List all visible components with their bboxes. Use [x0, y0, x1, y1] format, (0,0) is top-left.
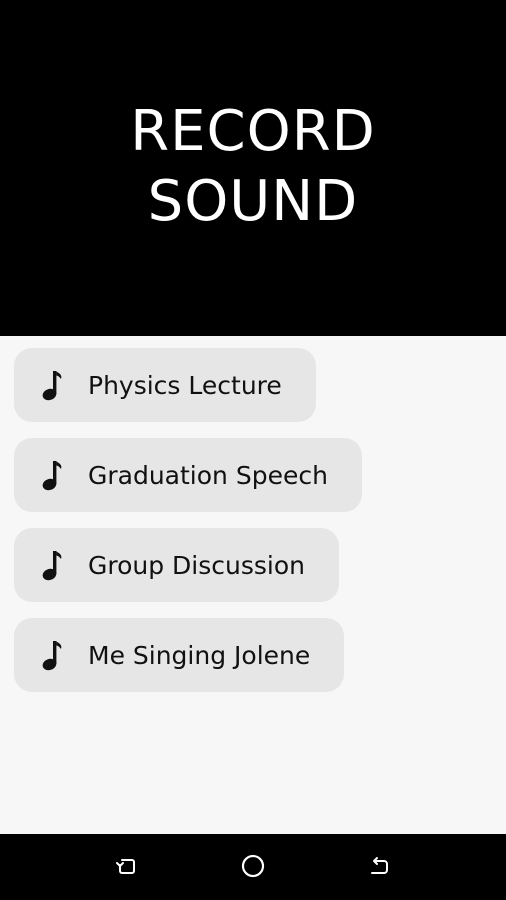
- title-line-1: RECORD: [130, 99, 376, 164]
- recording-label: Graduation Speech: [88, 460, 328, 490]
- back-button[interactable]: [363, 852, 395, 884]
- home-icon: [240, 853, 266, 883]
- home-button[interactable]: [237, 852, 269, 884]
- header-banner: RECORD SOUND: [0, 0, 506, 336]
- recent-apps-icon: [115, 854, 139, 882]
- page-title: RECORD SOUND: [130, 97, 376, 237]
- recording-item-graduation-speech[interactable]: Graduation Speech: [14, 438, 362, 512]
- title-line-2: SOUND: [147, 169, 359, 234]
- system-nav-bar: [0, 834, 506, 900]
- recent-apps-button[interactable]: [111, 852, 143, 884]
- music-note-icon: [40, 368, 64, 402]
- recordings-list: Physics Lecture Graduation Speech Group …: [14, 348, 494, 708]
- recording-item-physics-lecture[interactable]: Physics Lecture: [14, 348, 316, 422]
- back-icon: [367, 854, 391, 882]
- recording-item-group-discussion[interactable]: Group Discussion: [14, 528, 340, 602]
- recording-label: Physics Lecture: [88, 370, 282, 400]
- recording-label: Group Discussion: [88, 550, 306, 580]
- music-note-icon: [40, 458, 64, 492]
- recording-label: Me Singing Jolene: [88, 640, 311, 670]
- music-note-icon: [40, 638, 64, 672]
- app-screen: RECORD SOUND Physics Lecture Graduation …: [0, 0, 506, 900]
- music-note-icon: [40, 548, 64, 582]
- recording-item-me-singing-jolene[interactable]: Me Singing Jolene: [14, 618, 345, 692]
